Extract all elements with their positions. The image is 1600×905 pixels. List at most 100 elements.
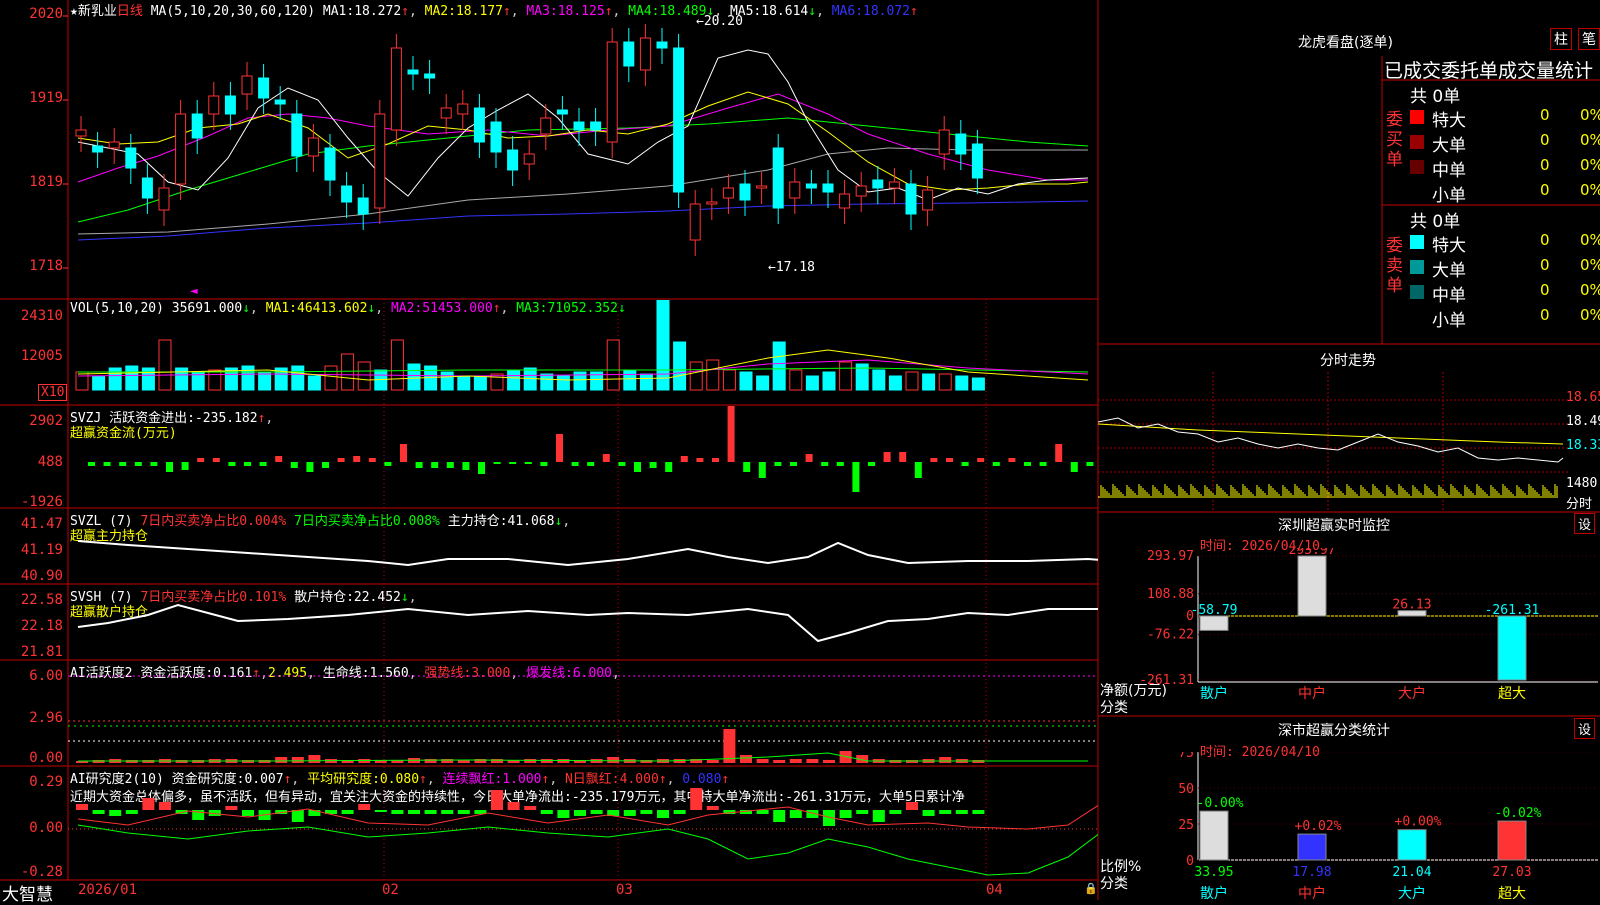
candle-body <box>573 121 585 131</box>
candlestick-chart[interactable] <box>68 18 1098 298</box>
svzj-bar <box>103 462 111 466</box>
volume-series <box>75 300 985 391</box>
ai2-bar <box>540 810 553 814</box>
classify-value-label: 17.98 <box>1292 865 1331 880</box>
ai2-bar <box>291 810 304 822</box>
buy-order-name: 小单 <box>1432 186 1466 206</box>
candle-body <box>656 41 668 49</box>
svzj-bar <box>384 462 392 466</box>
monitor-bar-chart[interactable]: 293.97108.880-76.22-261.31-58.79散户293.97… <box>1098 548 1600 714</box>
classify-axis-label: 50 <box>1178 782 1194 797</box>
ai2-bar <box>955 810 968 814</box>
ai2-bar <box>374 810 387 812</box>
volume-bar <box>341 353 355 391</box>
classify-category-label: 散户 <box>1200 885 1228 900</box>
ai1-chart[interactable] <box>68 661 1098 765</box>
volume-bar <box>756 375 770 391</box>
svzj-bar <box>649 462 657 468</box>
candle-body <box>108 141 120 149</box>
buy-orders-label: 委买单 <box>1386 110 1403 170</box>
volume-bar <box>440 371 454 391</box>
ai1-bar <box>740 755 752 763</box>
period-label[interactable]: 日线 <box>117 4 143 19</box>
ai2-chart[interactable] <box>68 767 1098 879</box>
volume-bar <box>507 369 521 391</box>
ai1-bar <box>308 755 321 763</box>
buy-order-percent: 0% <box>1580 131 1600 149</box>
svzj-bar <box>524 462 532 464</box>
tab-bar-view[interactable]: 柱 <box>1550 28 1572 50</box>
candle-body <box>556 109 568 115</box>
sell-order-row: 中单 0 0% <box>1408 281 1600 306</box>
volume-bar <box>722 369 736 391</box>
monitor-bar <box>1297 555 1327 617</box>
ai2-bar <box>590 810 603 814</box>
volume-bar <box>805 375 819 391</box>
intraday-axis-label: 18.49 <box>1566 414 1600 429</box>
svzj-bar <box>836 462 844 466</box>
classify-axis-label: 0 <box>1186 854 1194 869</box>
svzj-bar <box>774 462 782 466</box>
sell-order-percent: 0% <box>1580 256 1600 274</box>
ai1-axis-label: 2.96 <box>29 710 63 726</box>
candle-body <box>623 41 635 67</box>
svzj-bar <box>727 406 735 462</box>
svzj-bar <box>275 456 283 462</box>
svzj-bar <box>852 462 860 492</box>
volume-bar <box>141 367 155 391</box>
svzl-axis-label: 40.90 <box>20 568 63 584</box>
ai2-bar <box>408 810 420 814</box>
lock-icon[interactable]: 🔒 <box>1084 882 1098 895</box>
candle-body <box>706 201 718 205</box>
svzj-axis-label: 488 <box>37 454 63 470</box>
svzl-axis-label: 41.19 <box>20 542 63 558</box>
svzj-bar <box>509 462 517 464</box>
svsh-chart[interactable] <box>68 585 1098 659</box>
date-label: 03 <box>616 882 633 898</box>
vol-unit-button[interactable]: X10 <box>38 384 68 401</box>
volume-bar <box>92 375 106 391</box>
monitor-settings-button[interactable]: 设 <box>1574 513 1596 534</box>
buy-order-row: 小单 0 0% <box>1408 181 1600 206</box>
sell-order-count: 0 <box>1540 231 1550 249</box>
candle-body <box>590 121 602 131</box>
color-swatch-icon <box>1410 185 1424 199</box>
svzl-chart[interactable] <box>68 509 1098 583</box>
svsh-axis-label: 22.18 <box>20 618 63 634</box>
candle-body <box>291 113 303 157</box>
svzj-bar <box>805 454 813 462</box>
tab-trade-view[interactable]: 笔 <box>1578 28 1600 50</box>
ma2-label: MA2: <box>424 4 456 19</box>
intraday-axis-label: 18.65 <box>1566 390 1600 405</box>
candle-body <box>241 75 253 95</box>
volume-chart[interactable] <box>68 300 1098 404</box>
intraday-chart[interactable] <box>1098 372 1568 510</box>
stock-name[interactable]: 新乳业 <box>78 4 117 19</box>
volume-bar <box>673 341 687 391</box>
candle-body <box>789 181 801 199</box>
svzj-bar <box>1070 462 1078 472</box>
svzj-bar <box>197 458 205 462</box>
ai1-bar <box>491 759 503 763</box>
classify-axis-label: 75 <box>1178 752 1194 761</box>
svzj-chart[interactable] <box>68 406 1098 506</box>
classify-bar <box>1497 820 1527 861</box>
candle-body <box>673 47 685 193</box>
volume-bar <box>706 359 720 391</box>
ai2-bar <box>574 810 586 816</box>
dragon-header: 已成交委托单成交量统计 <box>1384 60 1594 82</box>
intraday-volume <box>1098 484 1558 498</box>
candle-body <box>374 113 386 209</box>
ma6-arrow: ↑ <box>910 4 918 19</box>
ai2-bar <box>441 810 454 814</box>
ai2-bar <box>524 806 537 810</box>
ai2-bar <box>623 810 636 816</box>
dragon-title: 龙虎看盘(逐单) <box>1298 35 1393 51</box>
classify-settings-button[interactable]: 设 <box>1574 718 1596 739</box>
classify-bar-chart[interactable]: 75 50 25 0 -0.00% 33.95 散户 +0.02% 17.98 中户 +0.00% 2… <box>1098 752 1600 900</box>
sell-order-row: 小单 0 0% <box>1408 306 1600 331</box>
candle-body <box>839 193 851 209</box>
svzj-bar <box>337 458 345 462</box>
volume-bar <box>473 375 487 391</box>
brand-logo: 大智慧 <box>2 885 53 905</box>
